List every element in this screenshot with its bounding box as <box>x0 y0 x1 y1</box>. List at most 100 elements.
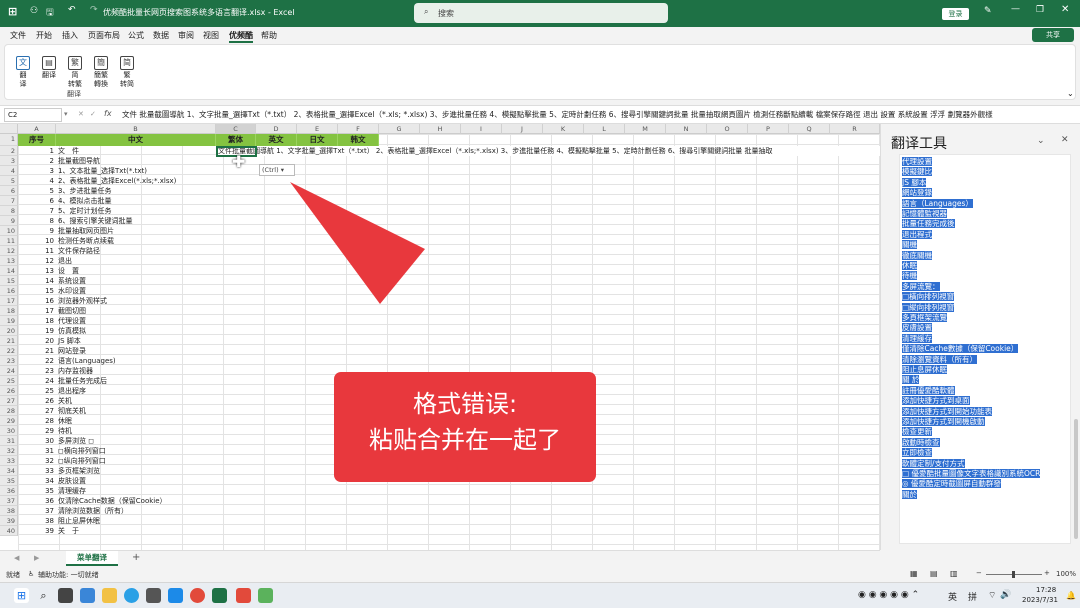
index-cell[interactable]: 32 <box>18 456 56 466</box>
index-cell[interactable]: 25 <box>18 386 56 396</box>
index-cell[interactable]: 1 <box>18 146 56 156</box>
index-cell[interactable]: 18 <box>18 316 56 326</box>
chinese-cell[interactable]: 清理缓存 <box>56 486 86 496</box>
column-header-j[interactable]: J <box>502 124 543 134</box>
task-view-icon[interactable] <box>58 588 73 603</box>
chinese-cell[interactable]: 1、文本批量_选择Txt(*.txt) <box>56 166 147 176</box>
status-accessibility[interactable]: 辅助功能: 一切就绪 <box>38 570 99 580</box>
row-header[interactable]: 5 <box>0 176 18 186</box>
chinese-cell[interactable]: 关 于 <box>56 526 79 536</box>
restore-icon[interactable]: ❐ <box>1036 5 1044 15</box>
index-cell[interactable]: 12 <box>18 256 56 266</box>
row-header[interactable]: 19 <box>0 316 18 326</box>
chinese-cell[interactable]: ◻纵向排列窗口 <box>56 456 106 466</box>
chinese-cell[interactable]: 多页框架浏览 <box>56 466 100 476</box>
index-cell[interactable]: 7 <box>18 206 56 216</box>
ribbon-translate2-button[interactable]: ▤ 翻译 <box>37 47 61 80</box>
row-header[interactable]: 21 <box>0 336 18 346</box>
menu-page-layout[interactable]: 页面布局 <box>88 30 120 41</box>
row-header[interactable]: 25 <box>0 376 18 386</box>
header-cell-index[interactable]: 序号 <box>18 134 56 146</box>
chinese-cell[interactable]: 批量任务完成后 <box>56 376 107 386</box>
taskbar-search-icon[interactable]: ⌕ <box>36 588 51 603</box>
widgets-icon[interactable] <box>80 588 95 603</box>
column-header-g[interactable]: G <box>379 124 420 134</box>
row-header[interactable]: 15 <box>0 276 18 286</box>
chinese-cell[interactable]: 水印设置 <box>56 286 86 296</box>
column-header-f[interactable]: F <box>338 124 379 134</box>
chinese-cell[interactable]: 5、定时计划任务 <box>56 206 111 216</box>
index-cell[interactable]: 26 <box>18 396 56 406</box>
column-header-h[interactable]: H <box>420 124 461 134</box>
accessibility-icon[interactable]: ♿ <box>28 570 34 578</box>
index-cell[interactable]: 38 <box>18 516 56 526</box>
index-cell[interactable]: 33 <box>18 466 56 476</box>
index-cell[interactable]: 11 <box>18 246 56 256</box>
chinese-cell[interactable]: 内存监视器 <box>56 366 93 376</box>
header-cell-japanese[interactable]: 日文 <box>297 134 338 146</box>
row-header[interactable]: 37 <box>0 496 18 506</box>
index-cell[interactable]: 4 <box>18 176 56 186</box>
index-cell[interactable]: 21 <box>18 346 56 356</box>
tab-scroll-right-icon[interactable]: ▶ <box>34 554 39 562</box>
chinese-cell[interactable]: 批量截图导航 <box>56 156 100 166</box>
header-cell-korean[interactable]: 韩文 <box>338 134 379 146</box>
undo-icon[interactable]: ↶ <box>68 5 76 15</box>
menu-formulas[interactable]: 公式 <box>128 30 144 41</box>
chinese-cell[interactable]: 退出 <box>56 256 72 266</box>
normal-view-icon[interactable]: ▦ <box>910 569 918 578</box>
index-cell[interactable]: 39 <box>18 526 56 536</box>
chinese-cell[interactable]: 网站登录 <box>56 346 86 356</box>
row-header[interactable]: 17 <box>0 296 18 306</box>
index-cell[interactable]: 15 <box>18 286 56 296</box>
header-cell-traditional[interactable]: 繁体 <box>216 134 256 146</box>
menu-help[interactable]: 帮助 <box>261 30 277 41</box>
row-header[interactable]: 23 <box>0 356 18 366</box>
row-header[interactable]: 11 <box>0 236 18 246</box>
index-cell[interactable]: 23 <box>18 366 56 376</box>
column-header-q[interactable]: Q <box>789 124 830 134</box>
row-header[interactable]: 26 <box>0 386 18 396</box>
row-header[interactable]: 18 <box>0 306 18 316</box>
chinese-cell[interactable]: 皮肤设置 <box>56 476 86 486</box>
index-cell[interactable]: 13 <box>18 266 56 276</box>
index-cell[interactable]: 37 <box>18 506 56 516</box>
network-icon[interactable]: ⌔ <box>988 590 996 601</box>
menu-review[interactable]: 审阅 <box>178 30 194 41</box>
row-header[interactable]: 10 <box>0 226 18 236</box>
notification-icon[interactable]: 🔔 <box>1066 591 1076 600</box>
confirm-entry-icon[interactable]: ✓ <box>90 110 96 118</box>
row-header[interactable]: 16 <box>0 286 18 296</box>
row-header[interactable]: 3 <box>0 156 18 166</box>
row-header[interactable]: 14 <box>0 266 18 276</box>
chinese-cell[interactable]: 清除浏览数据（所有） <box>56 506 128 516</box>
chinese-cell[interactable]: 待机 <box>56 426 72 436</box>
ribbon-trad-to-simp-button[interactable]: 简繁 转简 <box>115 47 139 89</box>
row-header[interactable]: 27 <box>0 396 18 406</box>
menu-file[interactable]: 文件 <box>10 30 26 41</box>
zoom-thumb[interactable] <box>1012 571 1015 578</box>
chinese-cell[interactable]: 仅清除Cache数据（保留Cookie） <box>56 496 167 506</box>
save-icon[interactable]: 🖫 <box>46 5 54 21</box>
zoom-in-icon[interactable]: + <box>1044 569 1050 577</box>
menu-home[interactable]: 开始 <box>36 30 52 41</box>
row-header[interactable]: 34 <box>0 466 18 476</box>
file-explorer-icon[interactable] <box>102 588 117 603</box>
chinese-cell[interactable]: 语言(Languages) <box>56 356 116 366</box>
zoom-level[interactable]: 100% <box>1056 570 1076 578</box>
chinese-cell[interactable]: 设 置 <box>56 266 79 276</box>
function-icon[interactable]: fx <box>104 109 112 118</box>
column-header-l[interactable]: L <box>584 124 625 134</box>
index-cell[interactable]: 3 <box>18 166 56 176</box>
minimize-icon[interactable]: — <box>1011 4 1020 14</box>
column-header-m[interactable]: M <box>625 124 666 134</box>
tray-icons[interactable]: ◉ ◉ ◉ ◉ ◉ ⌃ <box>858 590 919 600</box>
page-layout-view-icon[interactable]: ▤ <box>930 569 938 578</box>
ime-pinyin[interactable]: 拼 <box>968 590 977 603</box>
index-cell[interactable]: 24 <box>18 376 56 386</box>
page-break-view-icon[interactable]: ▥ <box>950 569 958 578</box>
clock-time[interactable]: 17:28 <box>1036 586 1056 594</box>
index-cell[interactable]: 35 <box>18 486 56 496</box>
index-cell[interactable]: 36 <box>18 496 56 506</box>
index-cell[interactable]: 19 <box>18 326 56 336</box>
